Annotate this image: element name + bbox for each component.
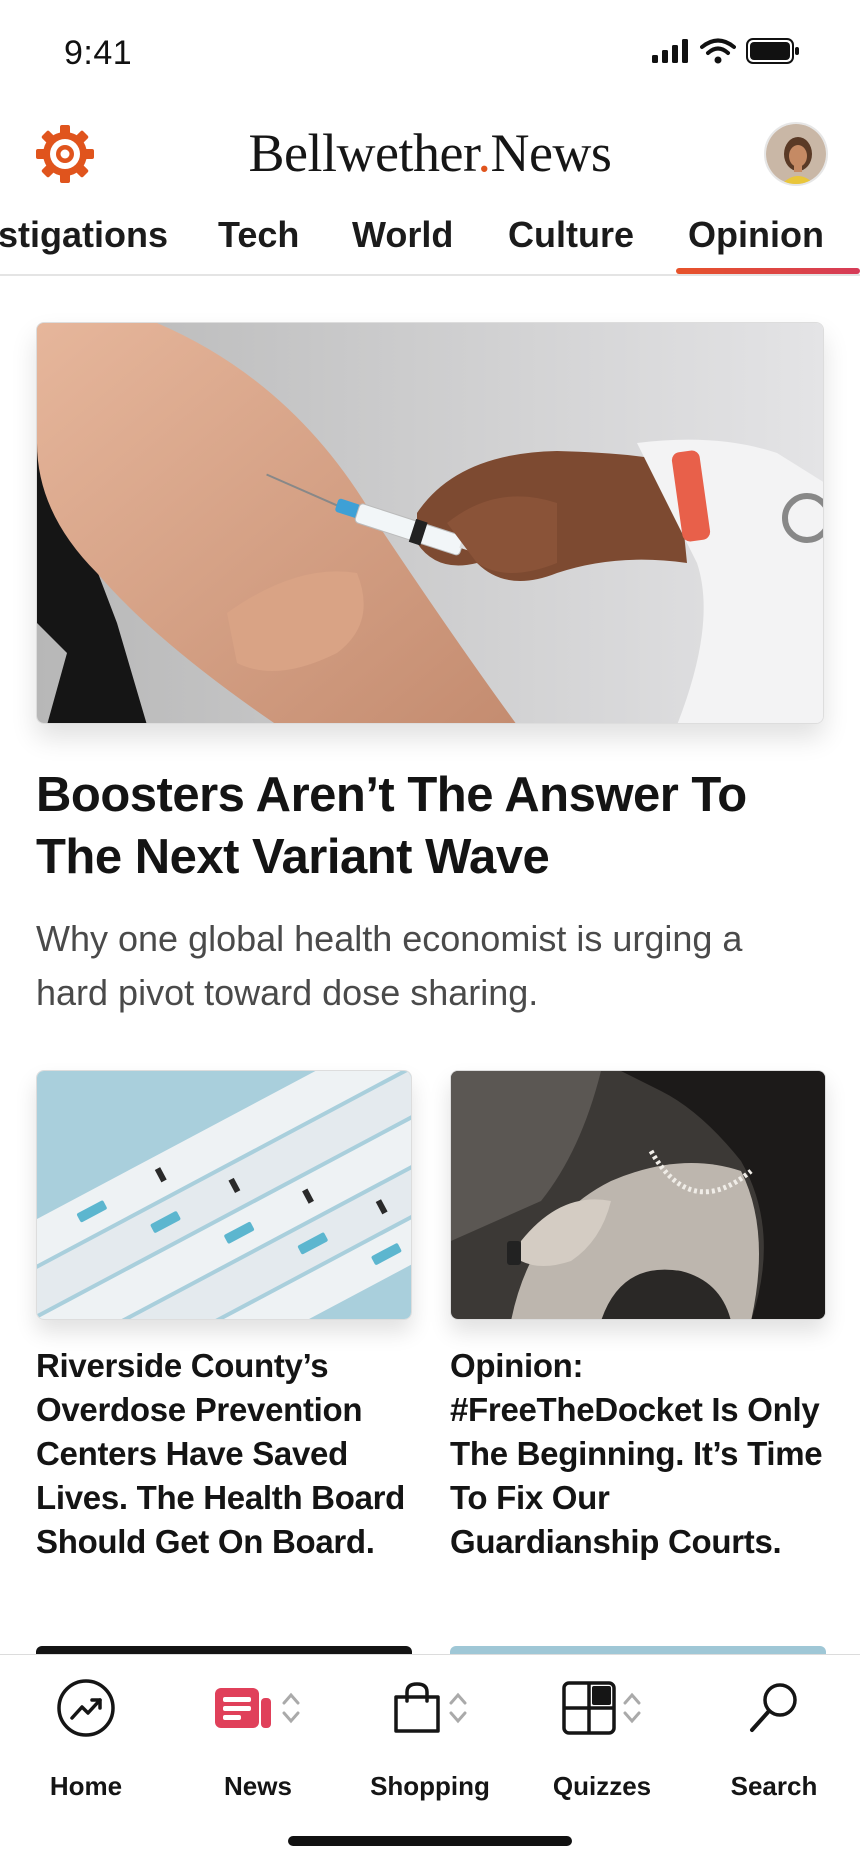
status-bar: 9:41 [0,0,860,110]
brand-name-right: News [490,123,612,183]
tabbar-label-news: News [224,1771,292,1801]
status-time: 9:41 [64,34,133,72]
tabbar-label-quizzes: Quizzes [552,1771,652,1801]
tab-tech[interactable]: Tech [218,214,299,256]
chevron-updown-icon [282,1692,300,1724]
tabbar-item-news[interactable]: News [172,1673,344,1813]
tabbar-item-shopping[interactable]: Shopping [344,1673,516,1813]
selected-tab-underline [676,268,860,274]
section-tabs: stigations Tech World Culture Opinion [0,208,860,276]
article-card-image-2[interactable] [450,1070,826,1320]
chevron-updown-icon [449,1692,467,1724]
tabbar-item-search[interactable]: Search [688,1673,860,1813]
tab-world[interactable]: World [352,214,453,256]
tabbar-label-shopping: Shopping [370,1771,490,1801]
search-icon [750,1683,797,1732]
brand-name-left: Bellwether [248,123,478,183]
hero-article-subtitle: Why one global health economist is urgin… [36,918,743,1013]
hero-article-title[interactable]: Boosters Aren’t The Answer To The Next V… [36,764,816,888]
tabbar-label-search: Search [730,1771,818,1801]
cellular-signal-icon [652,39,688,63]
article-card-title-1[interactable]: Riverside County’s Overdose Prevention C… [36,1344,412,1564]
tab-culture[interactable]: Culture [508,214,634,256]
trending-circle-icon [57,1679,115,1737]
profile-avatar[interactable] [764,122,828,186]
article-card-title-2[interactable]: Opinion: #FreeTheDocket Is Only The Begi… [450,1344,826,1564]
brand-logo: Bellwether.News [0,122,860,184]
app-header: Bellwether.News [0,110,860,210]
bottom-tab-bar: Home News Shopping Quizzes Search [0,1654,860,1864]
chevron-updown-icon [623,1692,641,1724]
status-icons [652,38,800,64]
article-card-image-1[interactable] [36,1070,412,1320]
brand-dot: . [477,123,491,183]
news-icon [215,1688,271,1728]
tabbar-label-home: Home [49,1771,123,1801]
tab-investigations[interactable]: stigations [0,214,168,256]
tab-opinion[interactable]: Opinion [688,214,824,256]
tabbar-item-quizzes[interactable]: Quizzes [516,1673,688,1813]
hero-article-image[interactable] [36,322,824,724]
battery-icon [746,38,799,64]
wifi-icon [700,38,736,64]
home-indicator[interactable] [288,1836,572,1846]
quiz-grid-icon [562,1681,616,1735]
shopping-bag-icon [394,1682,440,1733]
tabbar-item-home[interactable]: Home [0,1673,172,1813]
